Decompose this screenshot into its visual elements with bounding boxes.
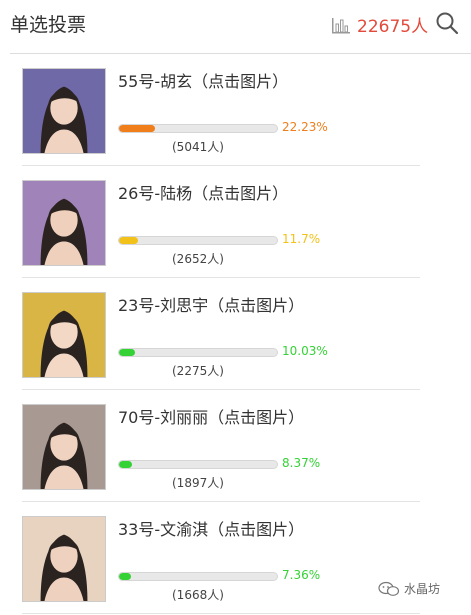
vote-progress-bar (118, 348, 278, 357)
row-divider (22, 613, 420, 614)
vote-count: (1668人) (172, 588, 224, 602)
candidate-name[interactable]: 33号-文渝淇（点击图片） (118, 516, 304, 540)
vote-count: (5041人) (172, 140, 224, 154)
vote-progress-fill (119, 237, 138, 244)
watermark: 水晶坊 (378, 580, 440, 597)
candidate-name[interactable]: 70号-刘丽丽（点击图片） (118, 404, 304, 428)
vote-count: (2652人) (172, 252, 224, 266)
vote-percent: 11.7% (282, 232, 321, 246)
total-votes: 22675人 (357, 17, 429, 37)
candidate-photo[interactable] (22, 404, 106, 490)
vote-progress-fill (119, 573, 131, 580)
vote-progress-bar (118, 124, 278, 133)
candidate-item[interactable]: 26号-陆杨（点击图片） 11.7% (2652人) (22, 166, 471, 278)
page-title: 单选投票 (10, 14, 87, 36)
vote-progress-bar (118, 572, 278, 581)
wechat-icon (378, 581, 400, 596)
candidate-photo[interactable] (22, 180, 106, 266)
candidate-photo[interactable] (22, 516, 106, 602)
header: 单选投票 22675人 (0, 0, 471, 48)
candidate-item[interactable]: 23号-刘思宇（点击图片） 10.03% (2275人) (22, 278, 471, 390)
candidate-item[interactable]: 70号-刘丽丽（点击图片） 8.37% (1897人) (22, 390, 471, 502)
bar-chart-icon (332, 17, 350, 33)
vote-count: (2275人) (172, 364, 224, 378)
vote-percent: 22.23% (282, 120, 328, 134)
watermark-text: 水晶坊 (404, 582, 441, 596)
vote-percent: 8.37% (282, 456, 321, 470)
vote-progress-bar (118, 460, 278, 469)
vote-stats[interactable]: 22675人 (331, 12, 428, 37)
candidate-item[interactable]: 33号-文渝淇（点击图片） 7.36% (1668人) (22, 502, 471, 614)
vote-progress-bar (118, 236, 278, 245)
vote-progress-fill (119, 461, 132, 468)
vote-count: (1897人) (172, 476, 224, 490)
candidate-photo[interactable] (22, 68, 106, 154)
vote-progress-fill (119, 349, 135, 356)
candidate-name[interactable]: 23号-刘思宇（点击图片） (118, 292, 304, 316)
candidate-item[interactable]: 55号-胡玄（点击图片） 22.23% (5041人) (22, 54, 471, 166)
vote-percent: 10.03% (282, 344, 328, 358)
vote-percent: 7.36% (282, 568, 321, 582)
candidate-name[interactable]: 55号-胡玄（点击图片） (118, 68, 288, 92)
vote-progress-fill (119, 125, 155, 132)
search-icon[interactable] (435, 11, 459, 35)
candidate-name[interactable]: 26号-陆杨（点击图片） (118, 180, 288, 204)
candidate-photo[interactable] (22, 292, 106, 378)
